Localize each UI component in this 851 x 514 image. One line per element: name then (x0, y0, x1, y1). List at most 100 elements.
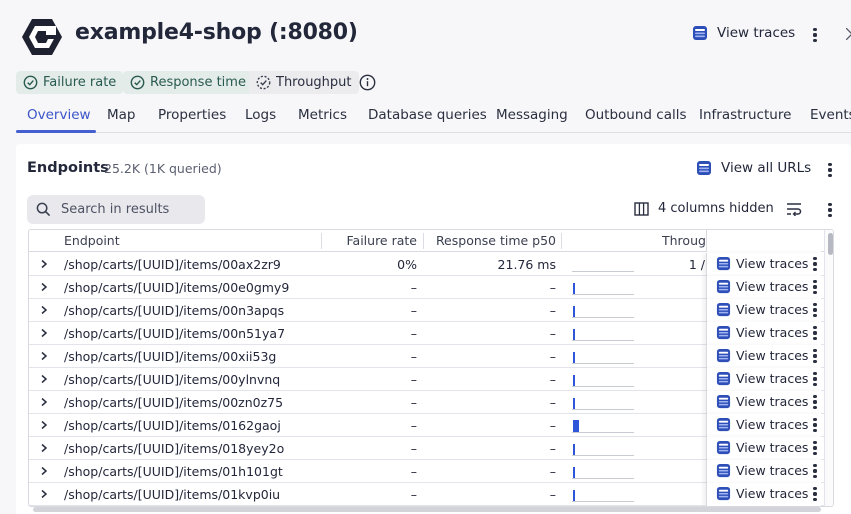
row-view-traces-button[interactable]: View traces (716, 325, 808, 340)
row-view-traces-button[interactable]: View traces (716, 256, 808, 271)
column-header-response-time[interactable]: Response time p50 (424, 233, 556, 248)
column-header-throughput[interactable]: Throughput (662, 233, 706, 248)
row-more-options-icon[interactable] (810, 371, 820, 387)
endpoint-cell[interactable]: /shop/carts/[UUID]/items/00n51ya7 (64, 326, 285, 341)
failure-rate-cell: – (410, 280, 417, 295)
table-header: Endpoint Failure rate Response time p50 … (29, 230, 833, 252)
row-more-options-icon[interactable] (810, 394, 820, 410)
chevron-right-icon[interactable] (39, 305, 49, 315)
endpoint-cell[interactable]: /shop/carts/[UUID]/items/00ax2zr9 (64, 257, 281, 272)
tab-overview[interactable]: Overview (27, 107, 91, 123)
search-input[interactable] (61, 202, 191, 217)
line-wrap-icon[interactable] (786, 202, 802, 216)
chevron-right-icon[interactable] (39, 443, 49, 453)
row-view-traces-button[interactable]: View traces (716, 348, 808, 363)
view-traces-button[interactable]: View traces (692, 25, 795, 41)
chevron-right-icon[interactable] (39, 282, 49, 292)
throughput-chip[interactable]: Throughput (249, 71, 359, 94)
endpoint-cell[interactable]: /shop/carts/[UUID]/items/0162gaoj (64, 418, 281, 433)
view-all-urls-button[interactable]: View all URLs (696, 160, 811, 176)
endpoint-cell[interactable]: /shop/carts/[UUID]/items/01h101gt (64, 464, 283, 479)
response-time-chip[interactable]: Response time (123, 71, 253, 94)
more-options-icon[interactable] (825, 201, 835, 219)
failure-rate-cell: – (410, 464, 417, 479)
more-options-icon[interactable] (825, 161, 835, 179)
tab-metrics[interactable]: Metrics (298, 107, 347, 123)
row-view-traces-button[interactable]: View traces (716, 302, 808, 317)
row-view-traces-button[interactable]: View traces (716, 371, 808, 386)
table-row[interactable]: /shop/carts/[UUID]/items/01kvp0iu – – View … (29, 483, 833, 506)
column-header-throughput-wrap: Throughput (562, 233, 706, 249)
table-row[interactable]: /shop/carts/[UUID]/items/0162gaoj – – View … (29, 414, 833, 437)
search-box[interactable] (27, 195, 205, 224)
vertical-scrollbar[interactable] (824, 230, 833, 506)
columns-hidden-button[interactable]: 4 columns hidden (634, 201, 774, 216)
chevron-right-icon[interactable] (39, 420, 49, 430)
horizontal-scrollbar[interactable] (33, 507, 821, 512)
chevron-right-icon[interactable] (39, 351, 49, 361)
row-more-options-icon[interactable] (810, 463, 820, 479)
row-view-traces-button[interactable]: View traces (716, 394, 808, 409)
close-icon[interactable] (846, 28, 851, 40)
table-row[interactable]: /shop/carts/[UUID]/items/00n3apqs – – View … (29, 299, 833, 322)
endpoint-cell[interactable]: /shop/carts/[UUID]/items/00ylnvnq (64, 372, 280, 387)
tab-outbound-calls[interactable]: Outbound calls (585, 107, 687, 123)
table-row[interactable]: /shop/carts/[UUID]/items/00zn0z75 – – View … (29, 391, 833, 414)
row-view-traces-button[interactable]: View traces (716, 440, 808, 455)
chevron-right-icon[interactable] (39, 374, 49, 384)
table-row[interactable]: /shop/carts/[UUID]/items/01h101gt – – View … (29, 460, 833, 483)
failure-rate-cell: – (410, 372, 417, 387)
row-view-traces-button[interactable]: View traces (716, 279, 808, 294)
endpoint-cell[interactable]: /shop/carts/[UUID]/items/00zn0z75 (64, 395, 283, 410)
info-icon[interactable] (359, 74, 376, 91)
endpoint-cell[interactable]: /shop/carts/[UUID]/items/00xii53g (64, 349, 276, 364)
failure-rate-chip[interactable]: Failure rate (16, 71, 124, 94)
chevron-right-icon[interactable] (39, 328, 49, 338)
row-more-options-icon[interactable] (810, 440, 820, 456)
tab-infrastructure[interactable]: Infrastructure (699, 107, 791, 123)
failure-rate-cell: – (410, 418, 417, 433)
chevron-right-icon[interactable] (39, 489, 49, 499)
endpoint-cell[interactable]: /shop/carts/[UUID]/items/01kvp0iu (64, 487, 280, 502)
table-row[interactable]: /shop/carts/[UUID]/items/00n51ya7 – – View … (29, 322, 833, 345)
chevron-right-icon[interactable] (39, 466, 49, 476)
row-more-options-icon[interactable] (810, 302, 820, 318)
vertical-scrollbar-thumb[interactable] (828, 233, 833, 255)
tab-messaging[interactable]: Messaging (496, 107, 568, 123)
row-actions: View traces (706, 437, 821, 460)
sparkline-bar (573, 444, 575, 455)
tab-database-queries[interactable]: Database queries (368, 107, 487, 123)
tab-properties[interactable]: Properties (158, 107, 226, 123)
sparkline-bar (573, 283, 575, 294)
chevron-right-icon[interactable] (39, 397, 49, 407)
tab-logs[interactable]: Logs (245, 107, 276, 123)
endpoint-cell[interactable]: /shop/carts/[UUID]/items/00n3apqs (64, 303, 284, 318)
row-actions: View traces (706, 391, 821, 414)
row-view-traces-button[interactable]: View traces (716, 486, 808, 501)
row-more-options-icon[interactable] (810, 348, 820, 364)
tab-events[interactable]: Events (810, 107, 851, 123)
chevron-right-icon[interactable] (39, 259, 49, 269)
row-view-traces-button[interactable]: View traces (716, 463, 808, 478)
table-row[interactable]: /shop/carts/[UUID]/items/018yey2o – – View … (29, 437, 833, 460)
endpoint-cell[interactable]: /shop/carts/[UUID]/items/00e0gmy9 (64, 280, 289, 295)
column-header-endpoint[interactable]: Endpoint (64, 233, 120, 248)
table-row[interactable]: /shop/carts/[UUID]/items/00e0gmy9 – – View … (29, 276, 833, 299)
tab-map[interactable]: Map (107, 107, 136, 123)
row-view-traces-button[interactable]: View traces (716, 417, 808, 432)
row-more-options-icon[interactable] (810, 256, 820, 272)
row-more-options-icon[interactable] (810, 417, 820, 433)
check-circle-icon (130, 75, 145, 90)
table-row[interactable]: /shop/carts/[UUID]/items/00ax2zr9 0% 21.76… (29, 253, 833, 276)
failure-rate-cell: 0% (397, 257, 417, 272)
more-options-icon[interactable] (810, 26, 820, 44)
table-row[interactable]: /shop/carts/[UUID]/items/00xii53g – – View … (29, 345, 833, 368)
throughput-sparkline (572, 325, 634, 341)
endpoint-cell[interactable]: /shop/carts/[UUID]/items/018yey2o (64, 441, 284, 456)
row-more-options-icon[interactable] (810, 325, 820, 341)
column-header-failure-rate[interactable]: Failure rate (322, 233, 418, 248)
table-row[interactable]: /shop/carts/[UUID]/items/00ylnvnq – – View … (29, 368, 833, 391)
row-more-options-icon[interactable] (810, 486, 820, 502)
row-more-options-icon[interactable] (810, 279, 820, 295)
row-view-traces-label: View traces (736, 440, 809, 455)
